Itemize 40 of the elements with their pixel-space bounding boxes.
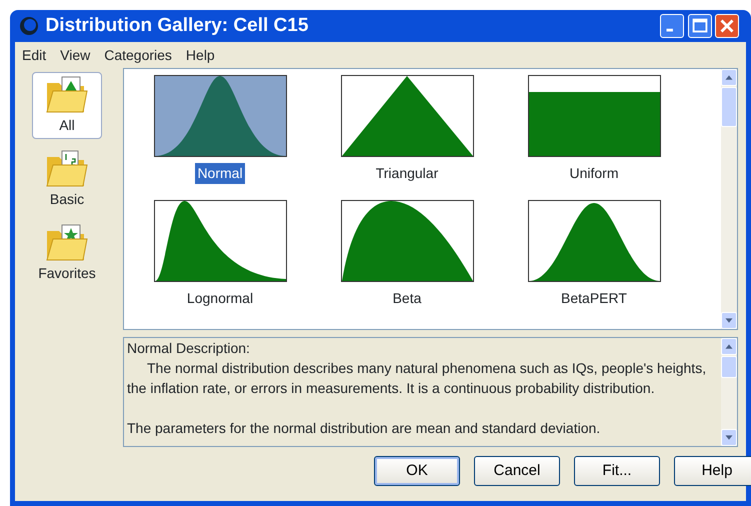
maximize-icon[interactable]	[688, 14, 712, 38]
distribution-label[interactable]: Uniform	[567, 163, 620, 184]
distribution-label[interactable]: Beta	[390, 288, 424, 310]
distribution-thumbnail[interactable]	[340, 200, 474, 282]
distribution-label[interactable]: Triangular	[374, 163, 440, 184]
parameters-text: The parameters for the normal distribution are mean and standard deviation.	[127, 419, 602, 438]
folder-icon	[44, 222, 90, 263]
dialog-button[interactable]: Fit...	[574, 456, 660, 486]
folder-icon	[44, 74, 90, 115]
scroll-down-icon[interactable]	[720, 429, 736, 446]
distribution-thumbnail[interactable]	[528, 200, 660, 282]
category-item[interactable]: Basic	[32, 146, 102, 213]
dialog-button[interactable]: Help	[674, 456, 751, 486]
distribution-thumbnail[interactable]	[528, 75, 660, 158]
distribution-label[interactable]: BetaPERT	[559, 288, 629, 310]
menu-item[interactable]: Edit	[15, 44, 54, 66]
scroll-up-icon[interactable]	[720, 338, 736, 356]
scroll-thumb[interactable]	[720, 87, 736, 128]
folder-icon	[44, 148, 90, 189]
scroll-up-icon[interactable]	[720, 69, 736, 86]
scroll-thumb[interactable]	[720, 356, 736, 378]
description-text: The normal distribution describes many natural phenomena such as IQs, people's heights, the inflation rate, or errors in measurements. It is a continuous probability distribution.	[127, 359, 708, 398]
dialog-button[interactable]: Cancel	[474, 456, 560, 486]
close-icon[interactable]	[715, 14, 739, 38]
scroll-down-icon[interactable]	[720, 312, 736, 330]
distribution-label[interactable]: Normal	[195, 163, 245, 184]
app-icon	[18, 16, 38, 36]
window-title: Distribution Gallery: Cell C15	[46, 14, 310, 38]
menu-item[interactable]: Categories	[97, 44, 179, 66]
menu-item[interactable]: Help	[178, 44, 222, 66]
distribution-thumbnail[interactable]	[154, 200, 286, 282]
distribution-label[interactable]: Lognormal	[184, 288, 256, 310]
distribution-thumbnail[interactable]	[154, 75, 286, 158]
category-item[interactable]: All	[32, 72, 102, 139]
menu-item[interactable]: View	[53, 44, 98, 66]
minimize-icon[interactable]	[660, 14, 684, 38]
distribution-thumbnail[interactable]	[340, 75, 474, 158]
description-heading: Normal Description:	[127, 339, 251, 358]
dialog-button[interactable]: OK	[374, 456, 460, 486]
category-item[interactable]: Favorites	[32, 220, 102, 287]
